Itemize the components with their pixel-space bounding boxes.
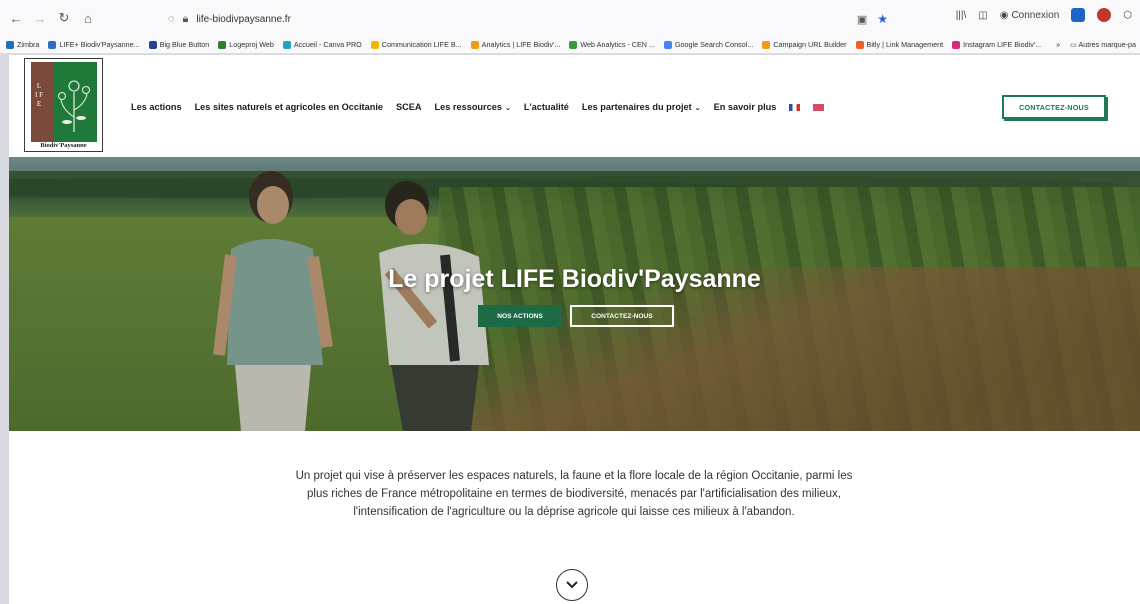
bookmark-label: Big Blue Button xyxy=(159,40,210,49)
bookmark-item[interactable]: Logeproj Web xyxy=(218,40,274,49)
logo-life-letters: L I F E xyxy=(35,82,43,108)
chevron-down-icon xyxy=(566,581,578,589)
other-bookmarks-folder[interactable]: ▭ Autres marque-pa xyxy=(1070,40,1136,49)
bookmark-item[interactable]: Zimbra xyxy=(6,40,39,49)
our-actions-button[interactable]: NOS ACTIONS xyxy=(478,305,562,327)
chevron-down-icon: ⌄ xyxy=(504,105,511,112)
account-icon: ◉ xyxy=(999,9,1009,21)
extension-blue-icon[interactable] xyxy=(1071,8,1086,22)
lock-icon[interactable]: 🔒︎ xyxy=(183,13,189,26)
bookmark-favicon-icon xyxy=(855,40,864,49)
bookmark-item[interactable]: Bitly | Link Management xyxy=(855,40,944,49)
bookmark-label: Zimbra xyxy=(17,40,40,49)
contact-button[interactable]: CONTACTEZ-NOUS xyxy=(1002,95,1106,119)
hero-contact-button[interactable]: CONTACTEZ-NOUS xyxy=(570,305,674,327)
reader-mode-icon[interactable]: ▣ xyxy=(857,13,867,26)
sidebar-icon[interactable]: ◫ xyxy=(978,10,987,21)
hero-banner: Le projet LIFE Biodiv'Paysanne NOS ACTIO… xyxy=(9,157,1140,431)
logo-artwork: L I F E xyxy=(31,62,97,142)
nav-item-label: Les sites naturels et agricoles en Occit… xyxy=(194,102,383,112)
nav-item-label: Les ressources xyxy=(434,102,502,112)
plant-illustration-icon xyxy=(58,80,90,132)
extensions-icon[interactable]: ⬡ xyxy=(1123,10,1132,21)
bookmark-item[interactable]: Analytics | LIFE Biodiv'... xyxy=(470,40,561,49)
nav-item[interactable]: Les partenaires du projet ⌄ xyxy=(582,102,701,112)
bookmark-item[interactable]: Big Blue Button xyxy=(148,40,210,49)
nav-item[interactable]: Les actions xyxy=(131,102,182,112)
bookmark-item[interactable]: Communication LIFE B... xyxy=(370,40,462,49)
bookmark-label: Accueil - Canva PRO xyxy=(293,40,362,49)
french-flag-icon[interactable] xyxy=(789,103,801,111)
scroll-down-button[interactable] xyxy=(556,569,588,601)
intro-section: Un projet qui vise à préserver les espac… xyxy=(9,431,1140,604)
library-icon[interactable]: |||\ xyxy=(956,10,967,21)
address-bar[interactable]: ◌ 🔒︎ life-biodivpaysanne.fr ▣ ★ xyxy=(160,8,894,30)
nav-item-label: En savoir plus xyxy=(713,102,777,112)
bookmark-favicon-icon xyxy=(370,40,379,49)
forward-arrow-icon[interactable]: → xyxy=(30,8,50,28)
bookmark-item[interactable]: Google Search Consol... xyxy=(663,40,754,49)
bookmark-favicon-icon xyxy=(48,40,57,49)
browser-toolbar: ← → ↻ ⌂ ◌ 🔒︎ life-biodivpaysanne.fr ▣ ★ … xyxy=(0,0,1140,36)
bookmark-label: LIFE+ Biodiv'Paysanne... xyxy=(59,40,140,49)
bookmark-star-icon[interactable]: ★ xyxy=(877,12,888,26)
reload-icon[interactable]: ↻ xyxy=(54,8,74,28)
account-button[interactable]: ◉ Connexion xyxy=(1000,10,1060,21)
nav-item[interactable]: Les sites naturels et agricoles en Occit… xyxy=(195,102,383,112)
bookmark-label: Communication LIFE B... xyxy=(381,40,462,49)
chevron-down-icon: ⌄ xyxy=(694,105,701,112)
bookmark-favicon-icon xyxy=(470,40,479,49)
bookmark-label: Instagram LIFE Biodiv'... xyxy=(963,40,1042,49)
bookmark-favicon-icon xyxy=(218,40,227,49)
extension-red-icon[interactable] xyxy=(1097,8,1112,22)
bookmark-label: Logeproj Web xyxy=(229,40,274,49)
bookmark-item[interactable]: Accueil - Canva PRO xyxy=(282,40,362,49)
site-header: L I F E Biodiv'Paysanne Les actions Les s… xyxy=(9,55,1140,157)
bookmark-item[interactable]: Instagram LIFE Biodiv'... xyxy=(952,40,1041,49)
english-flag-icon[interactable] xyxy=(813,103,825,111)
bookmark-label: Web Analytics - CEN ... xyxy=(580,40,655,49)
main-navigation: Les actions Les sites naturels et agricol… xyxy=(131,102,825,112)
nav-item[interactable]: En savoir plus xyxy=(714,102,777,112)
bookmarks-bar: Zimbra LIFE+ Biodiv'Paysanne... Big Blue B… xyxy=(0,36,1140,54)
bookmarks-overflow: » ▭ Autres marque-pa xyxy=(1056,40,1140,49)
hero-buttons: NOS ACTIONS CONTACTEZ-NOUS xyxy=(478,305,674,327)
bookmark-favicon-icon xyxy=(952,40,961,49)
nav-item[interactable]: Les ressources ⌄ xyxy=(435,102,511,112)
site-logo[interactable]: L I F E Biodiv'Paysanne xyxy=(24,58,103,152)
home-icon[interactable]: ⌂ xyxy=(78,8,98,28)
nav-item[interactable]: SCEA xyxy=(396,102,422,112)
nav-item-label: Les partenaires du projet xyxy=(581,102,692,112)
bookmark-item[interactable]: Campaign URL Builder xyxy=(762,40,847,49)
logo-name: Biodiv'Paysanne xyxy=(40,142,87,149)
shield-icon: ◌ xyxy=(168,13,175,25)
nav-item-label: SCEA xyxy=(396,102,422,112)
bookmark-favicon-icon xyxy=(762,40,771,49)
bookmark-label: Google Search Consol... xyxy=(674,40,754,49)
hero-title: Le projet LIFE Biodiv'Paysanne xyxy=(388,265,761,293)
bookmark-label: Bitly | Link Management xyxy=(866,40,944,49)
bookmark-label: Analytics | LIFE Biodiv'... xyxy=(481,40,561,49)
bookmark-favicon-icon xyxy=(282,40,291,49)
bookmarks-chevron-icon[interactable]: » xyxy=(1056,40,1060,49)
back-arrow-icon[interactable]: ← xyxy=(6,8,26,28)
bookmark-item[interactable]: Web Analytics - CEN ... xyxy=(569,40,655,49)
bookmark-item[interactable]: LIFE+ Biodiv'Paysanne... xyxy=(48,40,140,49)
bookmark-favicon-icon xyxy=(148,40,157,49)
bookmark-label: Campaign URL Builder xyxy=(773,40,847,49)
bookmark-favicon-icon xyxy=(6,40,14,49)
nav-item[interactable]: L'actualité xyxy=(524,102,569,112)
nav-item-label: Les actions xyxy=(131,102,182,112)
bookmark-favicon-icon xyxy=(663,40,672,49)
intro-text: Un projet qui vise à préserver les espac… xyxy=(295,470,853,518)
nav-item-label: L'actualité xyxy=(523,102,569,112)
account-label: Connexion xyxy=(1011,9,1060,21)
url-text[interactable]: life-biodivpaysanne.fr xyxy=(196,14,291,25)
bookmark-favicon-icon xyxy=(569,40,578,49)
